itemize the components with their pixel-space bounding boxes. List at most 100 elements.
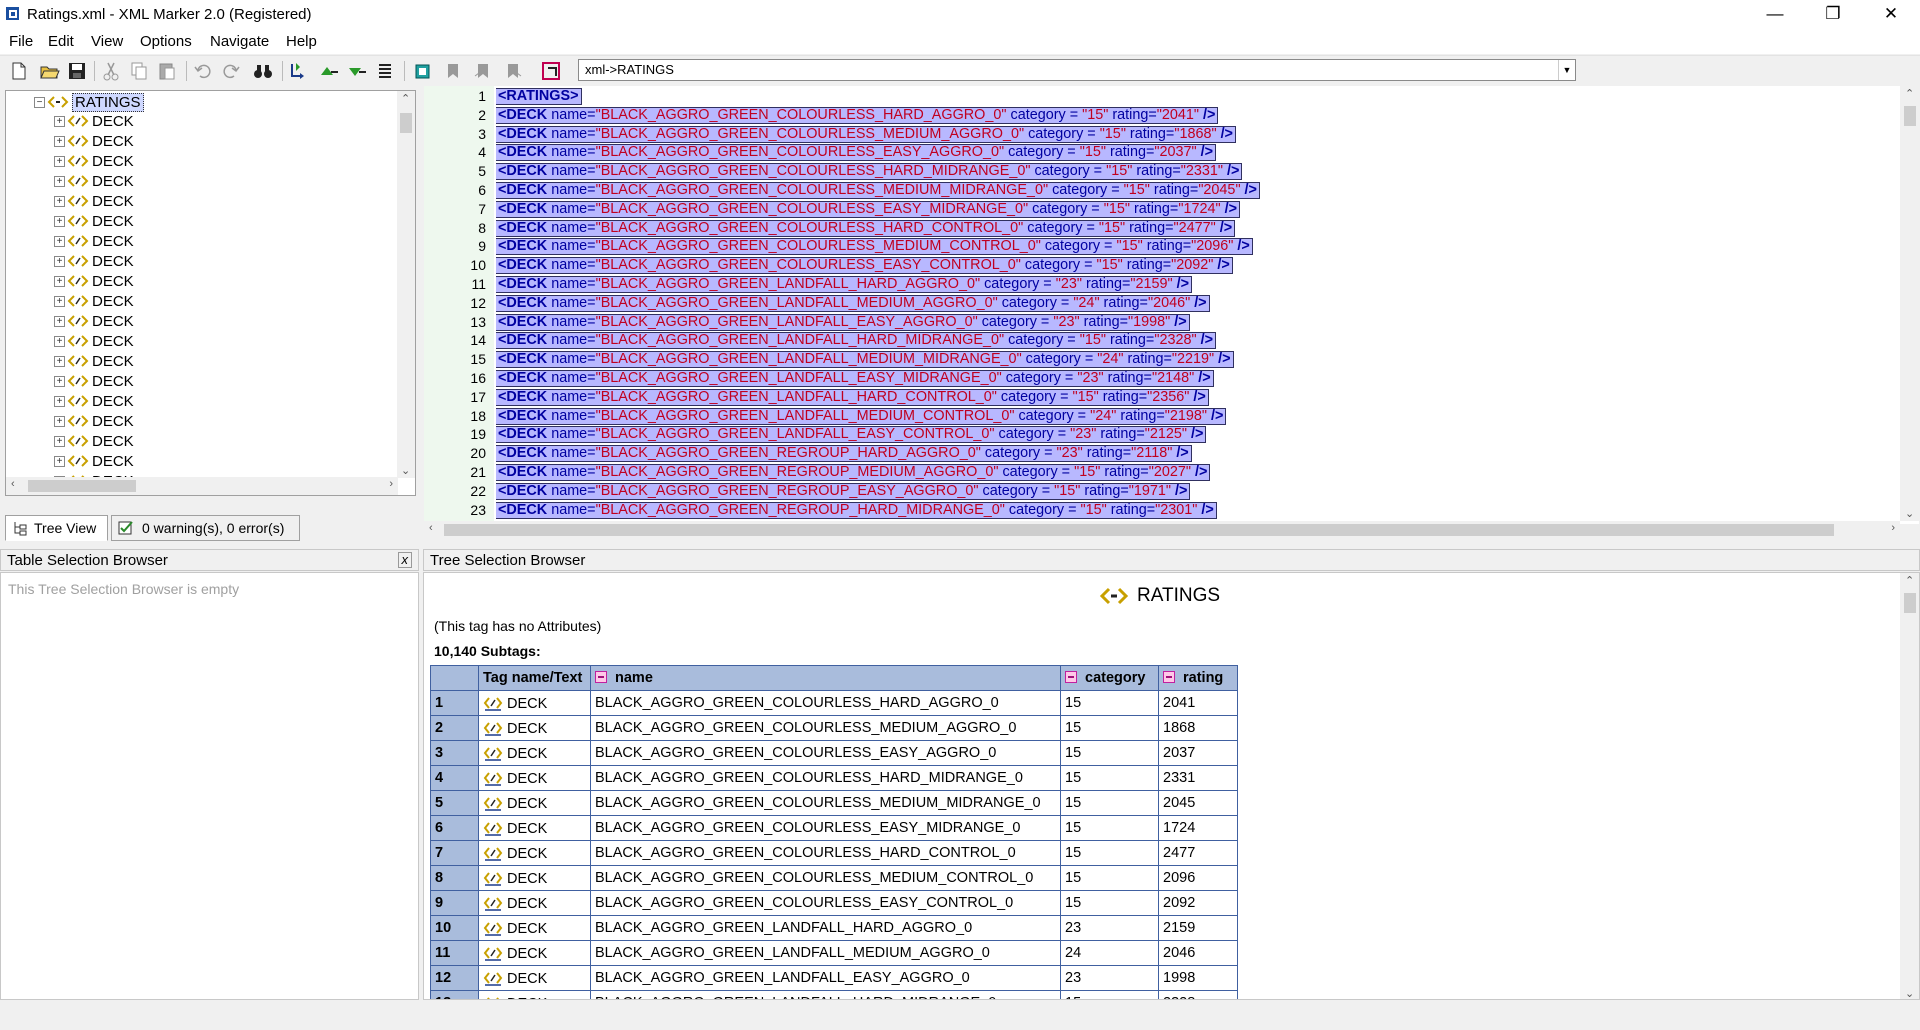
code-line[interactable]: <DECK name="BLACK_AGGRO_GREEN_LANDFALL_H… bbox=[496, 388, 1209, 406]
category-cell[interactable]: 15 bbox=[1060, 865, 1159, 891]
code-line[interactable]: <DECK name="BLACK_AGGRO_GREEN_LANDFALL_E… bbox=[496, 370, 1214, 387]
expand-icon[interactable]: + bbox=[54, 155, 65, 167]
expand-icon[interactable]: + bbox=[54, 375, 65, 387]
find-icon[interactable] bbox=[252, 60, 274, 82]
redo-icon[interactable] bbox=[220, 60, 242, 82]
tag-cell[interactable]: DECK bbox=[478, 765, 591, 791]
column-header-name[interactable]: name bbox=[590, 665, 1061, 691]
tree-item[interactable]: + DECK bbox=[54, 271, 134, 291]
maximize-button[interactable]: ❐ bbox=[1804, 0, 1862, 30]
table-row[interactable]: 12 DECK BLACK_AGGRO_GREEN_LANDFALL_EASY_AG… bbox=[430, 965, 1238, 991]
category-cell[interactable]: 15 bbox=[1060, 690, 1159, 716]
tree-root[interactable]: − RATINGS bbox=[34, 92, 144, 112]
rating-cell[interactable]: 2096 bbox=[1158, 865, 1238, 891]
code-line[interactable]: <DECK name="BLACK_AGGRO_GREEN_LANDFALL_M… bbox=[496, 351, 1234, 369]
rating-cell[interactable]: 1724 bbox=[1158, 815, 1238, 841]
scroll-up-icon[interactable]: ⌃ bbox=[401, 92, 410, 105]
tag-cell[interactable]: DECK bbox=[478, 940, 591, 966]
expand-icon[interactable]: + bbox=[54, 335, 65, 347]
scroll-up-icon[interactable]: ⌃ bbox=[1905, 87, 1914, 100]
code-line[interactable]: <DECK name="BLACK_AGGRO_GREEN_COLOURLESS… bbox=[496, 200, 1240, 218]
code-line[interactable]: <DECK name="BLACK_AGGRO_GREEN_COLOURLESS… bbox=[496, 182, 1260, 199]
scroll-thumb[interactable] bbox=[28, 480, 136, 492]
rating-cell[interactable]: 1998 bbox=[1158, 965, 1238, 991]
rating-cell[interactable]: 2159 bbox=[1158, 915, 1238, 941]
expand-icon[interactable]: + bbox=[54, 215, 65, 227]
paste-icon[interactable] bbox=[156, 60, 178, 82]
scroll-thumb[interactable] bbox=[1904, 593, 1916, 613]
tree-item[interactable]: + DECK bbox=[54, 371, 134, 391]
scroll-thumb[interactable] bbox=[1904, 106, 1916, 126]
code-line[interactable]: <RATINGS> bbox=[496, 88, 582, 105]
tree-item[interactable]: + DECK bbox=[54, 211, 134, 231]
table-row[interactable]: 7 DECK BLACK_AGGRO_GREEN_COLOURLESS_HARD_C… bbox=[430, 840, 1238, 866]
tree-item[interactable]: + DECK bbox=[54, 411, 134, 431]
name-cell[interactable]: BLACK_AGGRO_GREEN_LANDFALL_HARD_MIDRANGE… bbox=[590, 990, 1061, 999]
code-line[interactable]: <DECK name="BLACK_AGGRO_GREEN_LANDFALL_H… bbox=[496, 276, 1192, 293]
tree-item[interactable]: + DECK bbox=[54, 451, 134, 471]
scroll-up-icon[interactable]: ⌃ bbox=[1905, 574, 1914, 587]
tab-tree-view[interactable]: Tree View bbox=[5, 515, 108, 541]
scroll-down-icon[interactable]: ⌄ bbox=[1905, 987, 1914, 999]
column-header-tag[interactable]: Tag name/Text bbox=[478, 665, 591, 691]
table-row[interactable]: 6 DECK BLACK_AGGRO_GREEN_COLOURLESS_EASY_M… bbox=[430, 815, 1238, 841]
chevron-down-icon[interactable]: ▼ bbox=[1558, 60, 1575, 80]
tag-cell[interactable]: DECK bbox=[478, 890, 591, 916]
menu-help[interactable]: Help bbox=[286, 33, 317, 50]
rating-cell[interactable]: 2037 bbox=[1158, 740, 1238, 766]
code-line[interactable]: <DECK name="BLACK_AGGRO_GREEN_COLOURLESS… bbox=[496, 219, 1236, 237]
editor-horizontal-scrollbar[interactable]: ‹ › bbox=[424, 521, 1900, 539]
category-cell[interactable]: 15 bbox=[1060, 715, 1159, 741]
tree-item[interactable]: + DECK bbox=[54, 431, 134, 451]
tree-browser-scrollbar[interactable]: ⌃ ⌄ bbox=[1900, 573, 1919, 999]
category-cell[interactable]: 15 bbox=[1060, 890, 1159, 916]
category-cell[interactable]: 15 bbox=[1060, 790, 1159, 816]
expand-icon[interactable]: + bbox=[54, 115, 65, 127]
table-row[interactable]: 10 DECK BLACK_AGGRO_GREEN_LANDFALL_HARD_AG… bbox=[430, 915, 1238, 941]
collapse-column-icon[interactable] bbox=[1065, 671, 1077, 683]
collapse-icon[interactable]: − bbox=[34, 96, 45, 108]
name-cell[interactable]: BLACK_AGGRO_GREEN_COLOURLESS_MEDIUM_MIDR… bbox=[590, 790, 1061, 816]
collapse-column-icon[interactable] bbox=[595, 671, 607, 683]
expand-icon[interactable]: + bbox=[54, 255, 65, 267]
tree-horizontal-scrollbar[interactable]: ‹ › bbox=[6, 477, 398, 495]
select-icon[interactable] bbox=[412, 60, 434, 82]
tree-item[interactable]: + DECK bbox=[54, 351, 134, 371]
table-row[interactable]: 1 DECK BLACK_AGGRO_GREEN_COLOURLESS_HARD_A… bbox=[430, 690, 1238, 716]
scroll-down-icon[interactable]: ⌄ bbox=[1905, 507, 1914, 520]
rating-cell[interactable]: 2092 bbox=[1158, 890, 1238, 916]
table-row[interactable]: 5 DECK BLACK_AGGRO_GREEN_COLOURLESS_MEDIUM… bbox=[430, 790, 1238, 816]
tag-cell[interactable]: DECK bbox=[478, 715, 591, 741]
scroll-down-icon[interactable]: ⌄ bbox=[401, 464, 410, 477]
cut-icon[interactable] bbox=[100, 60, 122, 82]
code-line[interactable]: <DECK name="BLACK_AGGRO_GREEN_COLOURLESS… bbox=[496, 163, 1243, 181]
scroll-right-icon[interactable]: › bbox=[1891, 522, 1895, 534]
path-combobox[interactable]: xml->RATINGS ▼ bbox=[578, 59, 1576, 81]
xml-editor[interactable]: 1 2 3 4 5 6 7 8 9 10 11 12 13 14 15 16 17 18 19 20 21 22 23 <R… bbox=[424, 86, 1919, 539]
table-row[interactable]: 2 DECK BLACK_AGGRO_GREEN_COLOURLESS_MEDIUM… bbox=[430, 715, 1238, 741]
expand-icon[interactable]: + bbox=[54, 175, 65, 187]
name-cell[interactable]: BLACK_AGGRO_GREEN_LANDFALL_HARD_AGGRO_0 bbox=[590, 915, 1061, 941]
open-icon[interactable] bbox=[38, 60, 60, 82]
code-line[interactable]: <DECK name="BLACK_AGGRO_GREEN_COLOURLESS… bbox=[496, 125, 1236, 143]
menu-file[interactable]: File bbox=[9, 33, 33, 50]
rating-cell[interactable]: 2046 bbox=[1158, 940, 1238, 966]
table-row[interactable]: 3 DECK BLACK_AGGRO_GREEN_COLOURLESS_EASY_A… bbox=[430, 740, 1238, 766]
tree-item[interactable]: + DECK bbox=[54, 171, 134, 191]
tag-cell[interactable]: DECK bbox=[478, 840, 591, 866]
category-cell[interactable]: 15 bbox=[1060, 765, 1159, 791]
category-cell[interactable]: 23 bbox=[1060, 915, 1159, 941]
name-cell[interactable]: BLACK_AGGRO_GREEN_COLOURLESS_EASY_CONTRO… bbox=[590, 890, 1061, 916]
rating-cell[interactable]: 2041 bbox=[1158, 690, 1238, 716]
menu-edit[interactable]: Edit bbox=[48, 33, 74, 50]
category-cell[interactable]: 24 bbox=[1060, 940, 1159, 966]
table-row[interactable]: 8 DECK BLACK_AGGRO_GREEN_COLOURLESS_MEDIUM… bbox=[430, 865, 1238, 891]
table-row[interactable]: 4 DECK BLACK_AGGRO_GREEN_COLOURLESS_HARD_M… bbox=[430, 765, 1238, 791]
expand-icon[interactable]: + bbox=[54, 135, 65, 147]
table-row[interactable]: 9 DECK BLACK_AGGRO_GREEN_COLOURLESS_EASY_C… bbox=[430, 890, 1238, 916]
name-cell[interactable]: BLACK_AGGRO_GREEN_LANDFALL_EASY_AGGRO_0 bbox=[590, 965, 1061, 991]
scroll-left-icon[interactable]: ‹ bbox=[11, 478, 15, 490]
bookmark-prev-icon[interactable] bbox=[472, 60, 494, 82]
tag-cell[interactable]: DECK bbox=[478, 790, 591, 816]
new-icon[interactable] bbox=[8, 60, 30, 82]
